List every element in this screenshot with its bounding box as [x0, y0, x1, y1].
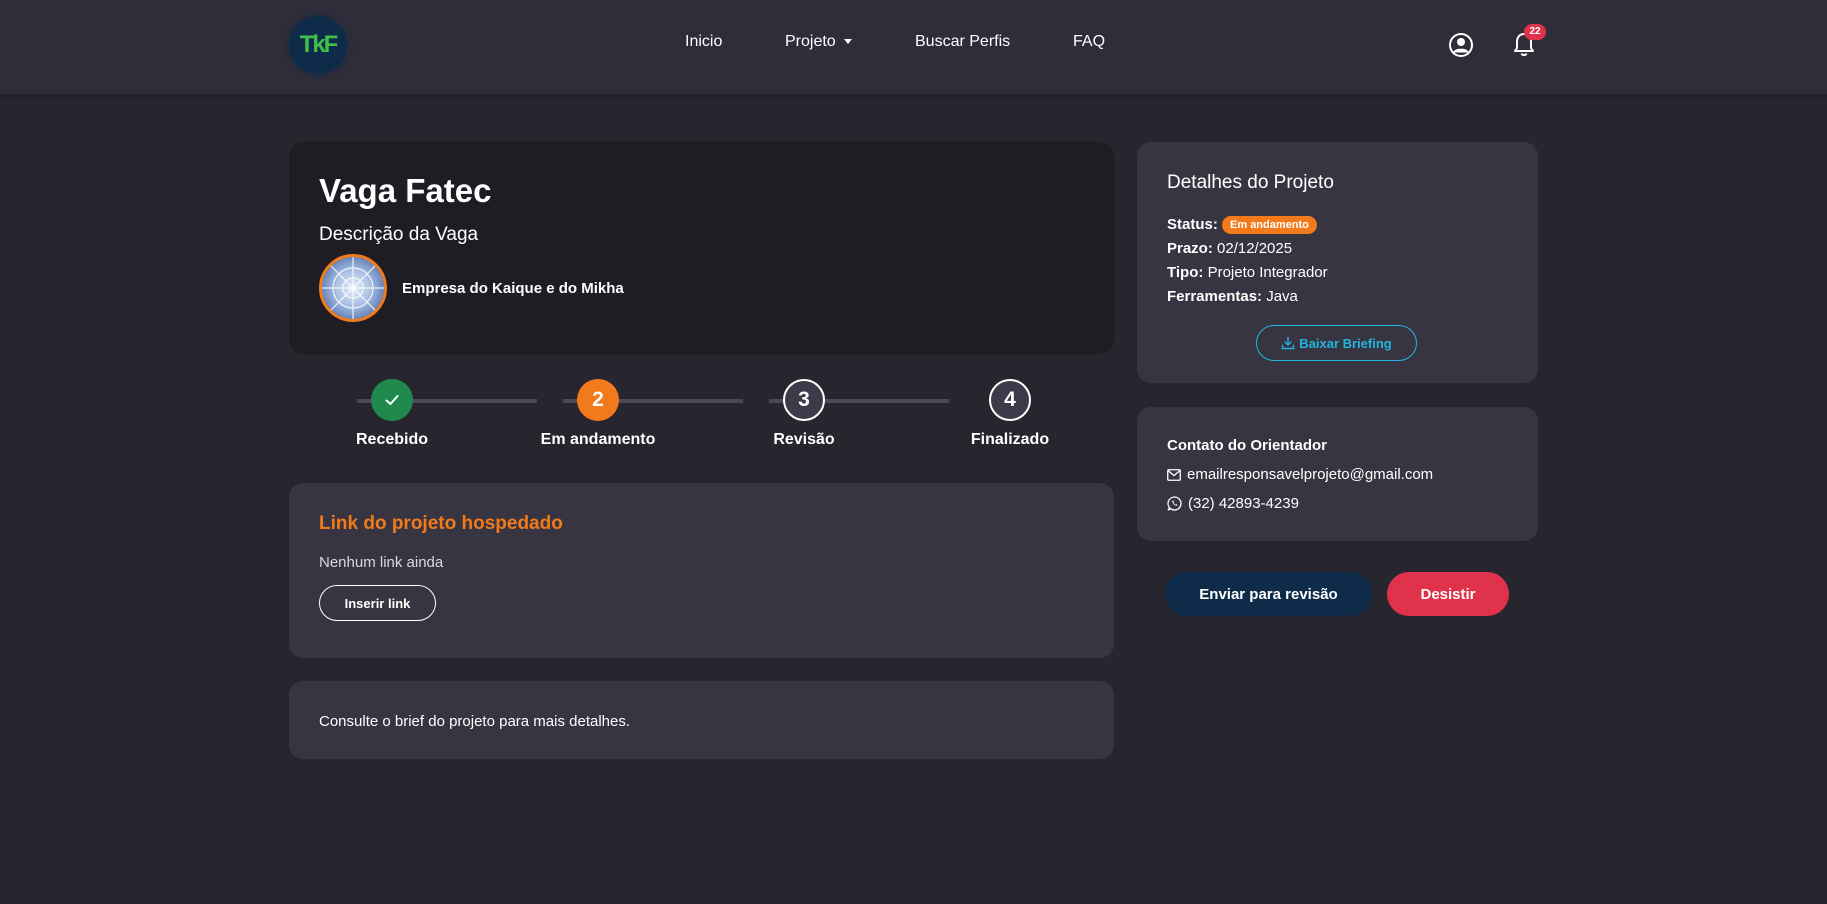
step-em-andamento-circle: 2 — [577, 379, 619, 421]
brief-note-card: Consulte o brief do projeto para mais de… — [289, 681, 1114, 759]
detail-tools-row: Ferramentas: Java — [1167, 285, 1328, 309]
detail-type-value: Projeto Integrador — [1207, 264, 1328, 281]
hosted-link-title: Link do projeto hospedado — [319, 513, 563, 534]
envelope-icon — [1167, 468, 1181, 481]
nav-link-buscar-perfis[interactable]: Buscar Perfis — [915, 33, 1010, 51]
check-icon — [385, 395, 399, 405]
project-details-card: Detalhes do Projeto Status: Em andamento… — [1137, 142, 1538, 383]
download-briefing-label: Baixar Briefing — [1299, 335, 1392, 351]
advisor-contact-card: Contato do Orientador emailresponsavelpr… — [1137, 407, 1538, 541]
details-list: Status: Em andamento Prazo: 02/12/2025 T… — [1167, 213, 1328, 309]
nav-link-faq[interactable]: FAQ — [1073, 33, 1105, 51]
hosted-link-empty-text: Nenhum link ainda — [319, 554, 444, 571]
step-revisao-circle: 3 — [783, 379, 825, 421]
brief-note-text: Consulte o brief do projeto para mais de… — [319, 713, 631, 730]
detail-tools-value: Java — [1266, 288, 1298, 305]
nav-link-projeto-label: Projeto — [785, 33, 836, 50]
insert-link-button[interactable]: Inserir link — [319, 585, 436, 621]
detail-deadline-label: Prazo: — [1167, 240, 1213, 257]
detail-status-row: Status: Em andamento — [1167, 213, 1328, 237]
submit-for-review-button[interactable]: Enviar para revisão — [1165, 572, 1372, 616]
detail-status-label: Status: — [1167, 216, 1218, 233]
project-header-card: Vaga Fatec Descrição da Vaga Empresa do … — [289, 142, 1114, 354]
step-recebido-label: Recebido — [355, 431, 428, 448]
step-em-andamento-label: Em andamento — [540, 431, 656, 448]
hosted-link-card: Link do projeto hospedado Nenhum link ai… — [289, 483, 1114, 658]
step-finalizado-circle: 4 — [989, 379, 1031, 421]
nav-links: Inicio Projeto Buscar Perfis FAQ — [0, 33, 1827, 57]
details-title: Detalhes do Projeto — [1167, 172, 1334, 193]
download-icon — [1282, 336, 1295, 350]
contact-email-row: emailresponsavelprojeto@gmail.com — [1167, 466, 1433, 483]
top-navbar: TkF Inicio Projeto Buscar Perfis FAQ 22 — [0, 0, 1827, 94]
company-avatar-image — [322, 257, 384, 319]
chevron-down-icon — [843, 39, 852, 45]
detail-deadline-row: Prazo: 02/12/2025 — [1167, 237, 1328, 261]
detail-deadline-value: 02/12/2025 — [1217, 240, 1293, 257]
step-finalizado-label: Finalizado — [970, 431, 1050, 448]
contact-title: Contato do Orientador — [1167, 437, 1327, 454]
contact-phone-row: (32) 42893-4239 — [1167, 495, 1299, 512]
whatsapp-icon — [1167, 496, 1182, 511]
contact-email[interactable]: emailresponsavelprojeto@gmail.com — [1187, 466, 1433, 483]
nav-link-projeto[interactable]: Projeto — [785, 33, 852, 51]
detail-type-row: Tipo: Projeto Integrador — [1167, 261, 1328, 285]
give-up-button[interactable]: Desistir — [1387, 572, 1509, 616]
step-recebido-circle — [371, 379, 413, 421]
nav-link-inicio[interactable]: Inicio — [685, 33, 722, 51]
progress-stepper: 2 3 4 Recebido Em andamento Revisão Fina… — [289, 378, 1113, 453]
project-title: Vaga Fatec — [319, 172, 492, 209]
download-briefing-button[interactable]: Baixar Briefing — [1256, 325, 1417, 361]
step-revisao-label: Revisão — [773, 431, 835, 448]
detail-type-label: Tipo: — [1167, 264, 1204, 281]
status-badge: Em andamento — [1222, 216, 1317, 234]
detail-tools-label: Ferramentas: — [1167, 288, 1263, 305]
company-name: Empresa do Kaique e do Mikha — [402, 280, 624, 297]
notification-count-badge: 22 — [1524, 24, 1546, 40]
company-avatar — [319, 254, 387, 322]
contact-phone[interactable]: (32) 42893-4239 — [1188, 495, 1299, 512]
project-subtitle: Descrição da Vaga — [319, 224, 479, 245]
user-circle-icon[interactable] — [1448, 32, 1474, 58]
